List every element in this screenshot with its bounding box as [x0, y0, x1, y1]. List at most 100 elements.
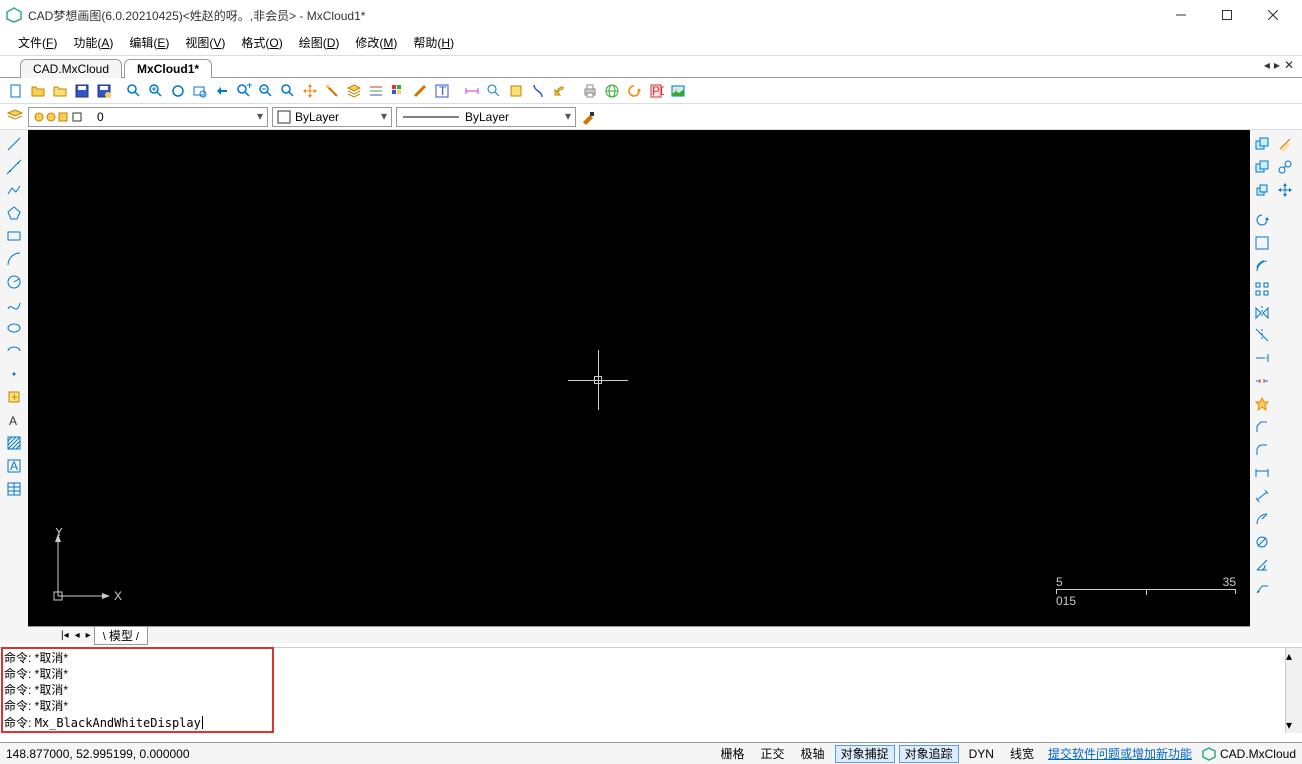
status-toggle[interactable]: 正交 [755, 745, 791, 763]
layer-icon[interactable] [344, 81, 364, 101]
close-button[interactable] [1250, 0, 1296, 30]
new-file-icon[interactable] [6, 81, 26, 101]
model-tab-next-icon[interactable]: ▸ [83, 630, 94, 641]
zoom-in-icon[interactable] [146, 81, 166, 101]
circle-icon[interactable] [4, 272, 24, 292]
status-toggle[interactable]: 线宽 [1004, 745, 1040, 763]
tab-model[interactable]: \ 模型 / [94, 626, 148, 645]
spline-icon[interactable] [4, 295, 24, 315]
offset-icon[interactable] [1252, 256, 1272, 276]
textstyle-icon[interactable]: T [432, 81, 452, 101]
block-icon[interactable] [506, 81, 526, 101]
trim-icon[interactable] [1252, 325, 1272, 345]
open-folder-icon[interactable] [50, 81, 70, 101]
save-icon[interactable] [72, 81, 92, 101]
zoom-icon[interactable] [124, 81, 144, 101]
menu-e[interactable]: 编辑(E) [121, 31, 177, 54]
status-toggle[interactable]: DYN [963, 745, 1000, 763]
layer-manager-icon[interactable] [6, 108, 24, 126]
break-icon[interactable] [1252, 371, 1272, 391]
ellipse-icon[interactable] [4, 318, 24, 338]
pan-icon[interactable] [300, 81, 320, 101]
web-icon[interactable] [602, 81, 622, 101]
model-tab-prev-icon[interactable]: ◂ [72, 630, 83, 641]
saveas-icon[interactable] [94, 81, 114, 101]
arc-icon[interactable] [4, 249, 24, 269]
undo-icon[interactable] [550, 81, 570, 101]
block-insert-icon[interactable]: + [4, 387, 24, 407]
zoom-extent-icon[interactable] [168, 81, 188, 101]
array-icon[interactable] [1252, 279, 1272, 299]
menu-a[interactable]: 功能(A) [65, 31, 121, 54]
menu-d[interactable]: 绘图(D) [291, 31, 348, 54]
dimstyle-icon[interactable] [484, 81, 504, 101]
properties-icon[interactable] [322, 81, 342, 101]
status-toggle[interactable]: 栅格 [715, 745, 751, 763]
tab-prev-icon[interactable]: ◂ [1264, 58, 1270, 72]
rectangle-icon[interactable] [4, 226, 24, 246]
status-toggle[interactable]: 极轴 [795, 745, 831, 763]
text-icon[interactable]: A [4, 410, 24, 430]
tab-close-icon[interactable]: ✕ [1284, 58, 1294, 72]
polygon-icon[interactable] [4, 203, 24, 223]
move-cross-icon[interactable] [1275, 180, 1295, 200]
xline-icon[interactable] [4, 157, 24, 177]
maximize-button[interactable] [1204, 0, 1250, 30]
ellipse-arc-icon[interactable] [4, 341, 24, 361]
color-icon[interactable] [388, 81, 408, 101]
menu-m[interactable]: 修改(M) [347, 31, 405, 54]
lineweight-brush-icon[interactable] [580, 109, 596, 125]
zoom-all-icon[interactable] [278, 81, 298, 101]
zoom-out-icon[interactable] [256, 81, 276, 101]
doctab[interactable]: MxCloud1* [124, 59, 212, 78]
drawing-canvas[interactable]: Y X 535 015 [28, 130, 1250, 626]
scale-icon[interactable] [1252, 233, 1272, 253]
model-tab-first-icon[interactable]: |◂ [58, 630, 72, 641]
dim-aligned-icon[interactable] [1252, 486, 1272, 506]
hatch-icon[interactable] [4, 433, 24, 453]
pdf-icon[interactable]: PDF [646, 81, 666, 101]
scroll-down-icon[interactable]: ▾ [1286, 717, 1302, 733]
point-icon[interactable] [4, 364, 24, 384]
minimize-button[interactable] [1158, 0, 1204, 30]
explode-icon[interactable] [1252, 394, 1272, 414]
scroll-up-icon[interactable]: ▴ [1286, 648, 1302, 664]
refresh-icon[interactable] [624, 81, 644, 101]
color-combo[interactable]: ByLayer [272, 107, 392, 127]
duplicate-icon[interactable] [1252, 180, 1272, 200]
rotate-icon[interactable] [1252, 210, 1272, 230]
table-icon[interactable] [4, 479, 24, 499]
zoom-window-icon[interactable] [190, 81, 210, 101]
line-icon[interactable] [4, 134, 24, 154]
doctab[interactable]: CAD.MxCloud [20, 59, 122, 78]
status-toggle[interactable]: 对象捕捉 [835, 745, 895, 763]
command-scrollbar[interactable]: ▴ ▾ [1285, 648, 1302, 733]
menu-v[interactable]: 视图(V) [177, 31, 233, 54]
dim-linear-icon[interactable] [1252, 463, 1272, 483]
image-icon[interactable] [668, 81, 688, 101]
extend-icon[interactable] [1252, 348, 1272, 368]
zoom-prev-icon[interactable] [212, 81, 232, 101]
feedback-link[interactable]: 提交软件问题或增加新功能 [1048, 745, 1192, 762]
print-icon[interactable] [580, 81, 600, 101]
status-toggle[interactable]: 对象追踪 [899, 745, 959, 763]
linetype-icon[interactable] [366, 81, 386, 101]
dim-radius-icon[interactable] [1252, 509, 1272, 529]
lineweight-icon[interactable] [410, 81, 430, 101]
mtext-icon[interactable]: A [4, 456, 24, 476]
fillet-icon[interactable] [1252, 440, 1272, 460]
leader-icon[interactable] [1252, 578, 1272, 598]
menu-h[interactable]: 帮助(H) [405, 31, 462, 54]
move-icon[interactable] [1275, 157, 1295, 177]
dim-icon[interactable] [462, 81, 482, 101]
menu-f[interactable]: 文件(F) [10, 31, 65, 54]
mirror-icon[interactable] [1252, 302, 1272, 322]
polyline-icon[interactable] [4, 180, 24, 200]
layer-combo[interactable]: 0 [28, 107, 268, 127]
clean-icon[interactable] [528, 81, 548, 101]
copy-icon[interactable] [1252, 134, 1272, 154]
erase-icon[interactable] [1275, 134, 1295, 154]
chamfer-icon[interactable] [1252, 417, 1272, 437]
paste-icon[interactable] [1252, 157, 1272, 177]
zoom-realtime-icon[interactable]: + [234, 81, 254, 101]
